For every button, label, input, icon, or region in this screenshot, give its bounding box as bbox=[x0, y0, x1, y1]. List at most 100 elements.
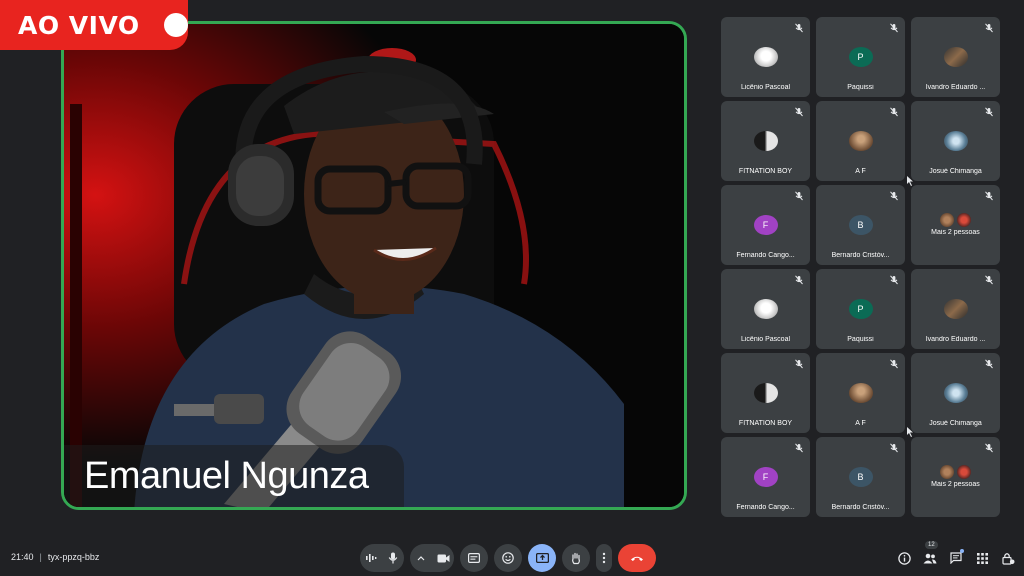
present-screen-button[interactable] bbox=[528, 544, 556, 572]
participant-tile[interactable]: Ivandro Eduardo ... bbox=[911, 269, 1000, 349]
meeting-separator: | bbox=[39, 552, 42, 562]
call-controls bbox=[360, 544, 656, 572]
microphone-off-icon bbox=[983, 441, 995, 453]
raise-hand-icon bbox=[572, 552, 580, 564]
participant-tile[interactable]: FITNATION BOY bbox=[721, 101, 810, 181]
captions-button[interactable] bbox=[460, 544, 488, 572]
info-icon[interactable] bbox=[896, 550, 912, 566]
avatar bbox=[848, 131, 873, 151]
microphone-off-icon bbox=[888, 273, 900, 285]
participant-avatars bbox=[939, 213, 971, 227]
avatar bbox=[753, 47, 778, 67]
avatar bbox=[939, 213, 954, 227]
avatar: P bbox=[848, 47, 873, 67]
participant-name: Paquissi bbox=[847, 84, 874, 91]
microphone-off-icon bbox=[888, 441, 900, 453]
avatar bbox=[943, 131, 968, 151]
microphone-off-icon bbox=[983, 357, 995, 369]
participant-name: Ivandro Eduardo ... bbox=[925, 84, 986, 91]
reactions-button[interactable] bbox=[494, 544, 522, 572]
participants-grid: Licênio Pascoal P Paquissi Ivandro Eduardo … bbox=[721, 17, 1001, 517]
camera-icon[interactable] bbox=[432, 544, 454, 572]
participant-name: Mais 2 pessoas bbox=[931, 481, 980, 488]
participant-name: A F bbox=[855, 168, 866, 175]
activities-icon[interactable] bbox=[974, 550, 990, 566]
more-participants-tile[interactable]: Mais 2 pessoas bbox=[911, 185, 1000, 265]
present-screen-icon bbox=[535, 553, 549, 563]
participant-tile[interactable]: B Bernardo Cristóv... bbox=[816, 185, 905, 265]
participant-tile[interactable]: F Fernando Cango... bbox=[721, 437, 810, 517]
participant-tile[interactable]: FITNATION BOY bbox=[721, 353, 810, 433]
meeting-toolbar: 21:40 | tyx-ppzq-bbz 12 bbox=[0, 540, 1024, 576]
host-controls-icon[interactable] bbox=[1000, 550, 1016, 566]
microphone-off-icon bbox=[793, 105, 805, 117]
chevron-up-icon[interactable] bbox=[410, 544, 432, 572]
avatar: B bbox=[848, 215, 873, 235]
participant-name: Licênio Pascoal bbox=[740, 336, 791, 343]
participant-tile[interactable]: Josué Chimanga bbox=[911, 353, 1000, 433]
participant-name: Fernando Cango... bbox=[736, 252, 795, 259]
end-call-button[interactable] bbox=[618, 544, 656, 572]
microphone-off-icon bbox=[983, 273, 995, 285]
microphone-off-icon bbox=[793, 441, 805, 453]
microphone-control bbox=[360, 544, 404, 572]
microphone-off-icon bbox=[888, 189, 900, 201]
camera-control bbox=[410, 544, 454, 572]
microphone-off-icon bbox=[793, 273, 805, 285]
meeting-code[interactable]: tyx-ppzq-bbz bbox=[48, 552, 100, 562]
participant-tile[interactable]: Licênio Pascoal bbox=[721, 17, 810, 97]
participant-avatars bbox=[939, 465, 971, 479]
live-badge: AO VIVO bbox=[0, 0, 188, 50]
participant-tile[interactable]: Licênio Pascoal bbox=[721, 269, 810, 349]
participant-tile[interactable]: A F bbox=[816, 353, 905, 433]
participant-tile[interactable]: Ivandro Eduardo ... bbox=[911, 17, 1000, 97]
chat-notification-dot bbox=[960, 549, 964, 553]
more-options-button[interactable] bbox=[596, 544, 612, 572]
avatar bbox=[753, 383, 778, 403]
participant-name: Fernando Cango... bbox=[736, 504, 795, 511]
participant-tile[interactable]: Josué Chimanga bbox=[911, 101, 1000, 181]
live-label: AO VIVO bbox=[18, 10, 140, 40]
participant-tile[interactable]: P Paquissi bbox=[816, 17, 905, 97]
main-speaker-tile[interactable]: Emanuel Ngunza bbox=[61, 21, 687, 510]
audio-levels-icon[interactable] bbox=[360, 544, 382, 572]
microphone-off-icon bbox=[983, 21, 995, 33]
avatar: F bbox=[753, 215, 778, 235]
meet-window: AO VIVO Emanuel Ngunza Licênio Pascoal P… bbox=[0, 0, 1024, 576]
participant-name: Josué Chimanga bbox=[929, 168, 982, 175]
microphone-off-icon bbox=[793, 189, 805, 201]
emoji-icon bbox=[502, 552, 514, 564]
avatar bbox=[753, 131, 778, 151]
microphone-off-icon bbox=[983, 105, 995, 117]
microphone-icon[interactable] bbox=[382, 544, 404, 572]
avatar bbox=[956, 213, 971, 227]
participant-tile[interactable]: F Fernando Cango... bbox=[721, 185, 810, 265]
mouse-cursor-icon bbox=[907, 427, 913, 437]
microphone-off-icon bbox=[793, 21, 805, 33]
microphone-off-icon bbox=[888, 21, 900, 33]
microphone-off-icon bbox=[888, 357, 900, 369]
participant-tile[interactable]: P Paquissi bbox=[816, 269, 905, 349]
meeting-info: 21:40 | tyx-ppzq-bbz bbox=[11, 552, 99, 562]
speaker-name-plate: Emanuel Ngunza bbox=[64, 445, 404, 507]
avatar bbox=[956, 465, 971, 479]
participant-tile[interactable]: A F bbox=[816, 101, 905, 181]
participant-name: Mais 2 pessoas bbox=[931, 229, 980, 236]
avatar: B bbox=[848, 467, 873, 487]
microphone-off-icon bbox=[983, 189, 995, 201]
participant-name: Josué Chimanga bbox=[929, 420, 982, 427]
people-button[interactable]: 12 bbox=[922, 541, 938, 566]
avatar bbox=[753, 299, 778, 319]
avatar: P bbox=[848, 299, 873, 319]
speaker-video bbox=[64, 24, 684, 507]
participant-tile[interactable]: B Bernardo Cristóv... bbox=[816, 437, 905, 517]
chat-button[interactable] bbox=[948, 549, 964, 566]
participant-name: Ivandro Eduardo ... bbox=[925, 336, 986, 343]
more-participants-tile[interactable]: Mais 2 pessoas bbox=[911, 437, 1000, 517]
raise-hand-button[interactable] bbox=[562, 544, 590, 572]
mouse-cursor-icon bbox=[907, 176, 913, 186]
speaker-name: Emanuel Ngunza bbox=[84, 454, 369, 497]
microphone-off-icon bbox=[793, 357, 805, 369]
participant-name: Bernardo Cristóv... bbox=[831, 504, 890, 511]
people-count-badge: 12 bbox=[925, 541, 938, 549]
